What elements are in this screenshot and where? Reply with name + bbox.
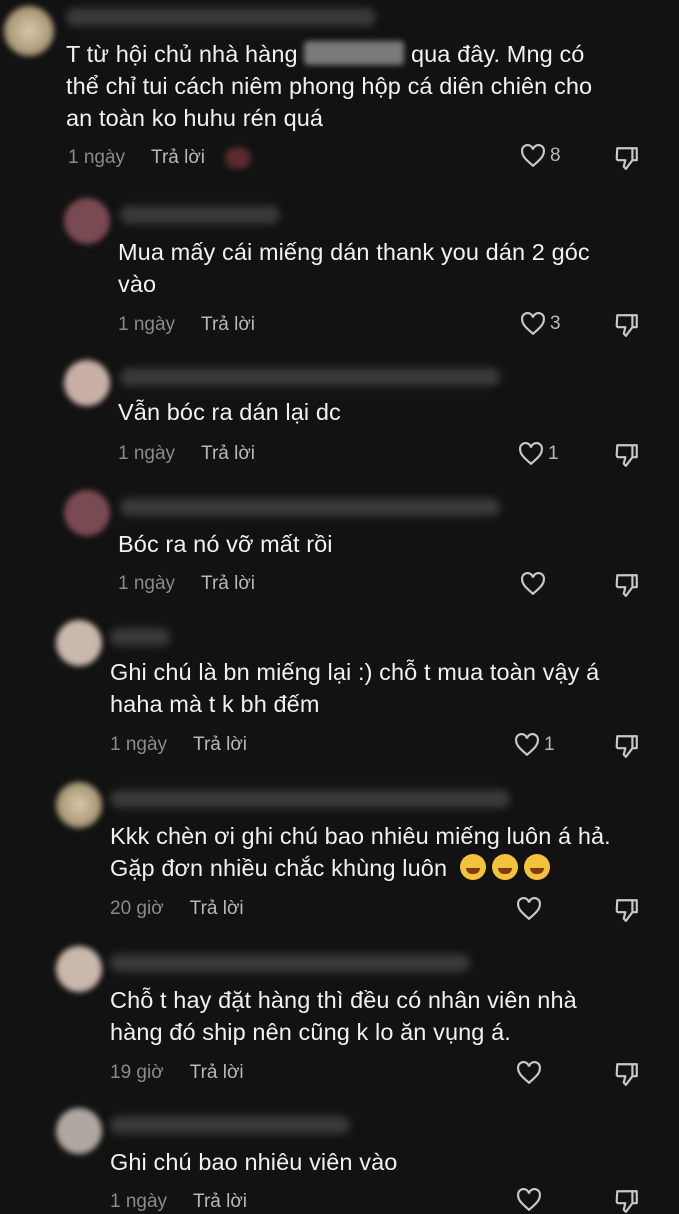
comment-meta: 1 ngày Trả lời bbox=[118, 572, 255, 596]
timestamp: 1 ngày bbox=[110, 1191, 168, 1212]
username-blurred[interactable] bbox=[110, 790, 510, 808]
username-blurred[interactable] bbox=[110, 954, 470, 972]
avatar[interactable] bbox=[56, 946, 102, 992]
comment-text: Bóc ra nó vỡ mất rồi bbox=[118, 531, 333, 557]
comment-text: Vẫn bóc ra dán lại dc bbox=[118, 399, 341, 425]
sweat-smile-emoji bbox=[491, 854, 518, 880]
dislike-icon[interactable] bbox=[614, 572, 640, 598]
comment-text: Mua mấy cái miếng dán thank you dán 2 gó… bbox=[118, 239, 590, 297]
dislike-icon[interactable] bbox=[614, 1188, 640, 1214]
like-button[interactable] bbox=[520, 572, 546, 596]
reply-button[interactable]: Trả lời bbox=[190, 897, 244, 921]
dislike-icon[interactable] bbox=[614, 733, 640, 759]
heart-icon bbox=[519, 442, 543, 466]
comment-text: T từ hội chủ nhà hàng qua đây. Mng có th… bbox=[66, 41, 593, 131]
avatar[interactable] bbox=[56, 620, 102, 666]
avatar[interactable] bbox=[4, 6, 54, 56]
timestamp: 1 ngày bbox=[110, 734, 168, 755]
like-button[interactable] bbox=[516, 1061, 542, 1085]
username-blurred[interactable] bbox=[120, 368, 500, 386]
comment-text: Chỗ t hay đặt hàng thì đều có nhân viên … bbox=[110, 987, 577, 1045]
redacted-text bbox=[304, 41, 405, 65]
username-blurred[interactable] bbox=[120, 206, 280, 224]
like-count: 8 bbox=[550, 145, 561, 166]
comment-meta: 1 ngày Trả lời bbox=[118, 442, 255, 466]
like-button[interactable] bbox=[516, 897, 542, 921]
heart-icon bbox=[517, 1061, 541, 1085]
heart-icon bbox=[521, 572, 545, 596]
reply-button[interactable]: Trả lời bbox=[201, 313, 255, 337]
timestamp: 20 giờ bbox=[110, 898, 164, 919]
avatar[interactable] bbox=[64, 198, 110, 244]
heart-icon bbox=[517, 897, 541, 921]
heart-icon bbox=[515, 733, 539, 757]
avatar[interactable] bbox=[56, 1108, 102, 1154]
timestamp: 1 ngày bbox=[68, 147, 126, 168]
heart-icon bbox=[517, 1188, 541, 1212]
heart-icon bbox=[521, 144, 545, 168]
username-blurred[interactable] bbox=[120, 498, 500, 516]
avatar[interactable] bbox=[64, 360, 110, 406]
like-button[interactable]: 3 bbox=[520, 312, 561, 336]
dislike-icon[interactable] bbox=[614, 312, 640, 338]
reply-button[interactable]: Trả lời bbox=[190, 1061, 244, 1085]
reply-button[interactable]: Trả lời bbox=[193, 1190, 247, 1214]
timestamp: 1 ngày bbox=[118, 314, 176, 335]
dislike-icon[interactable] bbox=[614, 897, 640, 923]
comment-text: Kkk chèn ơi ghi chú bao nhiêu miếng luôn… bbox=[110, 823, 611, 881]
comment-meta: 19 giờ Trả lời bbox=[110, 1061, 244, 1085]
comment-text: Ghi chú bao nhiêu viên vào bbox=[110, 1149, 398, 1175]
creator-like-avatar bbox=[225, 147, 252, 169]
like-count: 3 bbox=[550, 313, 561, 334]
comment-meta: 20 giờ Trả lời bbox=[110, 897, 244, 921]
username-blurred[interactable] bbox=[66, 8, 376, 26]
timestamp: 1 ngày bbox=[118, 573, 176, 594]
sweat-smile-emoji bbox=[523, 854, 550, 880]
dislike-icon[interactable] bbox=[614, 1061, 640, 1087]
comment-meta: 1 ngày Trả lời bbox=[110, 1190, 247, 1214]
reply-button[interactable]: Trả lời bbox=[151, 146, 205, 170]
reply-button[interactable]: Trả lời bbox=[201, 572, 255, 596]
avatar[interactable] bbox=[64, 490, 110, 536]
dislike-icon[interactable] bbox=[614, 442, 640, 468]
sweat-smile-emoji bbox=[459, 854, 486, 880]
dislike-icon[interactable] bbox=[614, 145, 640, 171]
like-button[interactable]: 1 bbox=[514, 733, 555, 757]
like-button[interactable]: 1 bbox=[518, 442, 559, 466]
username-blurred[interactable] bbox=[110, 1116, 350, 1134]
timestamp: 19 giờ bbox=[110, 1062, 164, 1083]
like-button[interactable]: 8 bbox=[520, 144, 561, 168]
timestamp: 1 ngày bbox=[118, 443, 176, 464]
avatar[interactable] bbox=[56, 782, 102, 828]
comment-meta: 1 ngày Trả lời bbox=[68, 146, 252, 170]
like-count: 1 bbox=[544, 734, 555, 755]
comment-meta: 1 ngày Trả lời bbox=[118, 313, 255, 337]
username-blurred[interactable] bbox=[110, 628, 170, 646]
heart-icon bbox=[521, 312, 545, 336]
like-button[interactable] bbox=[516, 1188, 542, 1212]
comment-meta: 1 ngày Trả lời bbox=[110, 733, 247, 757]
like-count: 1 bbox=[548, 443, 559, 464]
reply-button[interactable]: Trả lời bbox=[201, 442, 255, 466]
reply-button[interactable]: Trả lời bbox=[193, 733, 247, 757]
comment-text: Ghi chú là bn miếng lại :) chỗ t mua toà… bbox=[110, 659, 600, 717]
